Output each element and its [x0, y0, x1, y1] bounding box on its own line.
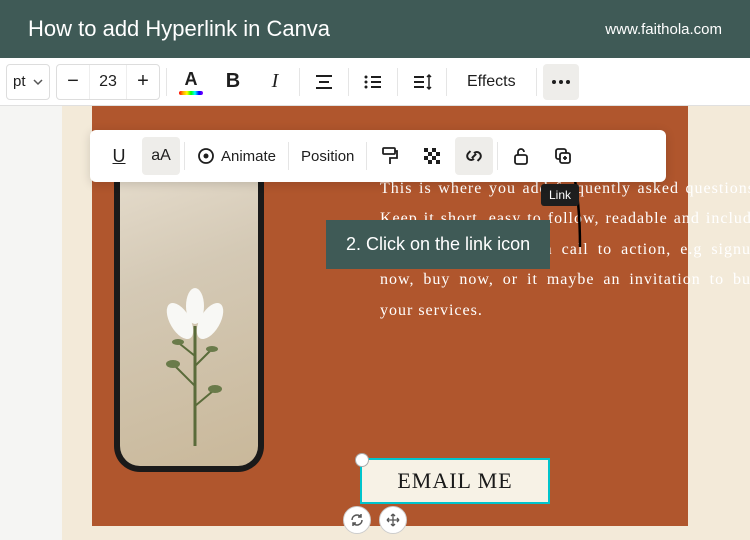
list-icon	[363, 74, 383, 90]
link-icon	[464, 146, 484, 166]
instruction-callout: 2. Click on the link icon	[326, 220, 550, 269]
underline-label: U	[113, 146, 126, 167]
paint-roller-icon	[381, 146, 399, 166]
bold-button[interactable]: B	[215, 64, 251, 100]
uppercase-label: aA	[151, 147, 171, 165]
animate-icon	[197, 147, 215, 165]
tutorial-title: How to add Hyperlink in Canva	[28, 16, 330, 42]
text-toolbar-secondary: U aA Animate Position	[90, 130, 666, 182]
animate-button[interactable]: Animate	[189, 137, 284, 175]
list-button[interactable]	[355, 64, 391, 100]
unlock-icon	[513, 147, 529, 165]
text-toolbar-primary: pt − 23 + A B I Effects	[0, 58, 750, 106]
link-tooltip: Link	[541, 184, 579, 206]
more-button[interactable]	[543, 64, 579, 100]
sync-button[interactable]	[343, 506, 371, 534]
font-size-stepper: − 23 +	[56, 64, 160, 100]
separator	[366, 142, 367, 170]
transparency-icon	[422, 146, 442, 166]
move-button[interactable]	[379, 506, 407, 534]
alignment-button[interactable]	[306, 64, 342, 100]
lock-button[interactable]	[502, 137, 540, 175]
tutorial-source-url: www.faithola.com	[605, 21, 722, 38]
font-size-value[interactable]: 23	[89, 65, 127, 99]
format-painter-button[interactable]	[371, 137, 409, 175]
underline-button[interactable]: U	[100, 137, 138, 175]
link-button[interactable]	[455, 137, 493, 175]
canvas-area[interactable]: This is where you add frequently asked q…	[0, 106, 750, 540]
bold-label: B	[226, 70, 240, 93]
more-icon	[551, 79, 571, 85]
separator	[299, 68, 300, 96]
move-icon	[386, 513, 400, 527]
separator	[397, 68, 398, 96]
tutorial-header: How to add Hyperlink in Canva www.faitho…	[0, 0, 750, 58]
uppercase-button[interactable]: aA	[142, 137, 180, 175]
transparency-button[interactable]	[413, 137, 451, 175]
font-family-select[interactable]: pt	[6, 64, 50, 100]
separator	[184, 142, 185, 170]
font-family-label: pt	[13, 73, 26, 90]
text-color-button[interactable]: A	[173, 64, 209, 100]
italic-button[interactable]: I	[257, 64, 293, 100]
decrease-size-button[interactable]: −	[57, 65, 89, 99]
duplicate-icon	[554, 147, 572, 165]
selection-handle[interactable]	[355, 453, 369, 467]
italic-label: I	[272, 70, 279, 93]
separator	[497, 142, 498, 170]
sync-icon	[350, 513, 364, 527]
color-spectrum-icon	[179, 91, 203, 95]
increase-size-button[interactable]: +	[127, 65, 159, 99]
text-color-letter: A	[185, 69, 198, 90]
separator	[446, 68, 447, 96]
phone-screen-image	[120, 148, 258, 466]
phone-mockup[interactable]	[114, 142, 264, 472]
align-icon	[314, 74, 334, 90]
separator	[348, 68, 349, 96]
spacing-icon	[412, 73, 432, 91]
animate-label: Animate	[221, 148, 276, 165]
duplicate-button[interactable]	[544, 137, 582, 175]
email-me-button[interactable]: EMAIL ME	[360, 458, 550, 504]
separator	[288, 142, 289, 170]
chevron-down-icon	[33, 77, 43, 87]
email-me-label: EMAIL ME	[397, 468, 512, 494]
effects-button[interactable]: Effects	[453, 64, 530, 100]
page-controls	[343, 506, 407, 534]
plant-illustration	[155, 266, 235, 446]
position-button[interactable]: Position	[293, 137, 362, 175]
spacing-button[interactable]	[404, 64, 440, 100]
separator	[166, 68, 167, 96]
separator	[536, 68, 537, 96]
